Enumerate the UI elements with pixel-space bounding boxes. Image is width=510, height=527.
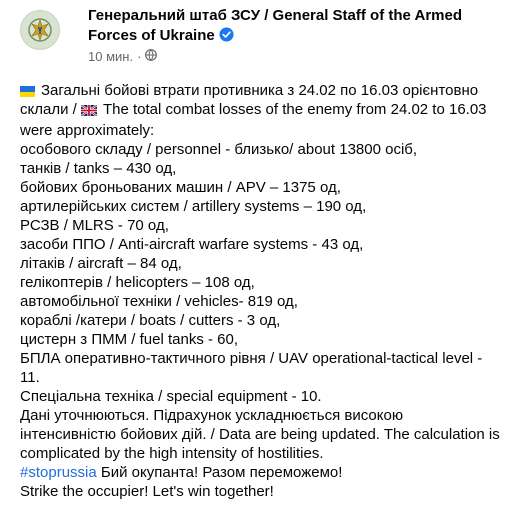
post-line: Загальні бойові втрати противника з 24.0… [20, 81, 500, 100]
post-line: засоби ППО / Anti-aircraft warfare syste… [20, 236, 364, 253]
post-line: гелікоптерів / helicopters – 108 од, [20, 274, 255, 291]
verified-badge-icon [219, 27, 234, 48]
hashtag-link[interactable]: #stoprussia [20, 464, 97, 481]
separator-dot: · [137, 49, 142, 64]
facebook-post: Генеральний штаб ЗСУ / General Staff of … [0, 0, 510, 527]
ukraine-flag-icon [20, 86, 35, 97]
post-paragraph: Дані уточнюються. Підрахунок ускладнюєть… [20, 407, 500, 462]
post-line: БПЛА оперативно-тактичного рівня / UAV o… [20, 350, 483, 386]
post-line: РСЗВ / MLRS - 70 од, [20, 217, 169, 234]
uk-flag-icon [80, 102, 98, 121]
post-line: автомобільної техніки / vehicles- 819 од… [20, 293, 298, 310]
post-line: бойових броньованих машин / APV – 1375 о… [20, 179, 341, 196]
globe-icon[interactable] [145, 49, 158, 64]
post-timestamp[interactable]: 10 мин. [88, 49, 133, 64]
post-line: Спеціальна техніка / special equipment -… [20, 388, 322, 405]
post-line: кораблі /катери / boats / cutters - 3 од… [20, 312, 281, 329]
post-line: склали / The total combat losses of the … [20, 100, 500, 121]
post-meta: Генеральний штаб ЗСУ / General Staff of … [88, 6, 488, 64]
post-line: were approximately: [20, 122, 155, 139]
post-line: Strike the occupier! Let's win together! [20, 483, 274, 500]
post-line-text: Загальні бойові втрати противника з 24.0… [41, 82, 479, 99]
post-body: Загальні бойові втрати противника з 24.0… [20, 81, 500, 501]
post-subline: 10 мин. · [88, 49, 488, 64]
post-line-text: склали / [20, 101, 77, 118]
coat-of-arms-icon [28, 18, 52, 42]
post-line: літаків / aircraft – 84 од, [20, 255, 182, 272]
post-header: Генеральний штаб ЗСУ / General Staff of … [20, 6, 488, 64]
post-line: артилерійських систем / artillery system… [20, 198, 367, 215]
page-avatar[interactable] [20, 10, 60, 50]
post-line: #stoprussia Бий окупанта! Разом переможе… [20, 463, 500, 482]
page-name-link[interactable]: Генеральний штаб ЗСУ / General Staff of … [88, 6, 488, 48]
post-line: танків / tanks – 430 од, [20, 160, 177, 177]
post-line: особового складу / personnel - близько/ … [20, 141, 418, 158]
post-line-text: Бий окупанта! Разом переможемо! [100, 464, 343, 481]
page-name-text[interactable]: Генеральний штаб ЗСУ / General Staff of … [88, 7, 462, 44]
post-line: цистерн з ПММ / fuel tanks - 60, [20, 331, 239, 348]
post-line-text: The total combat losses of the enemy fro… [102, 101, 487, 118]
